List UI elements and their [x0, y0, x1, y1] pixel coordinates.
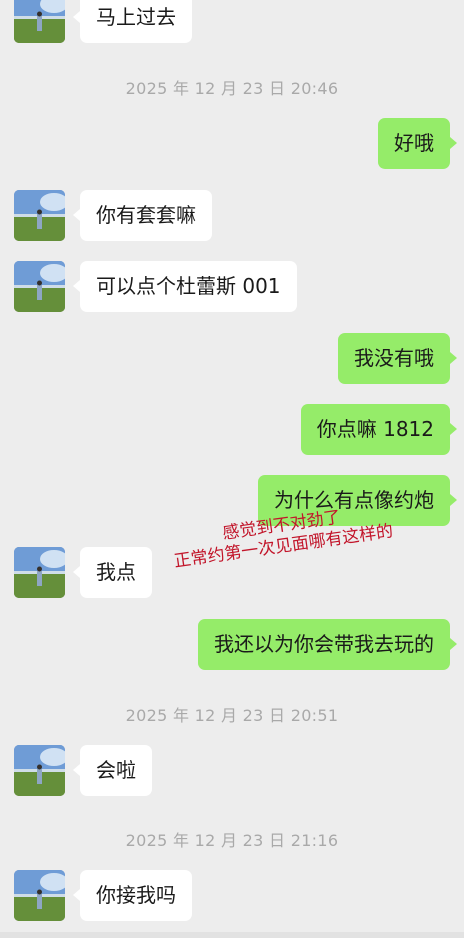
avatar-icon	[14, 745, 65, 796]
contact-avatar[interactable]	[14, 261, 65, 312]
contact-avatar[interactable]	[14, 870, 65, 921]
avatar-icon	[14, 0, 65, 43]
incoming-message-bubble[interactable]: 我点	[73, 547, 152, 598]
contact-avatar[interactable]	[14, 745, 65, 796]
chat-area[interactable]: 马上过去 2025 年 12 月 23 日 20:46 好哦 你有套套嘛 可以点…	[0, 0, 464, 938]
timestamp: 2025 年 12 月 23 日 20:51	[125, 706, 339, 725]
timestamp: 2025 年 12 月 23 日 21:16	[125, 831, 339, 850]
outgoing-message-bubble[interactable]: 我没有哦	[338, 333, 457, 384]
incoming-message-bubble[interactable]: 你有套套嘛	[73, 190, 212, 241]
timestamp: 2025 年 12 月 23 日 20:46	[125, 79, 339, 98]
outgoing-message-bubble[interactable]: 好哦	[378, 118, 457, 169]
incoming-message-bubble[interactable]: 马上过去	[73, 0, 192, 43]
incoming-message-bubble[interactable]: 可以点个杜蕾斯 001	[73, 261, 297, 312]
avatar-icon	[14, 870, 65, 921]
avatar-icon	[14, 261, 65, 312]
outgoing-message-bubble[interactable]: 你点嘛 1812	[300, 404, 458, 455]
outgoing-message-bubble[interactable]: 我还以为你会带我去玩的	[198, 619, 457, 670]
bottom-edge	[0, 932, 464, 938]
incoming-message-bubble[interactable]: 你接我吗	[73, 870, 192, 921]
contact-avatar[interactable]	[14, 547, 65, 598]
contact-avatar[interactable]	[14, 190, 65, 241]
avatar-icon	[14, 547, 65, 598]
avatar-icon	[14, 190, 65, 241]
contact-avatar[interactable]	[14, 0, 65, 43]
incoming-message-bubble[interactable]: 会啦	[73, 745, 152, 796]
